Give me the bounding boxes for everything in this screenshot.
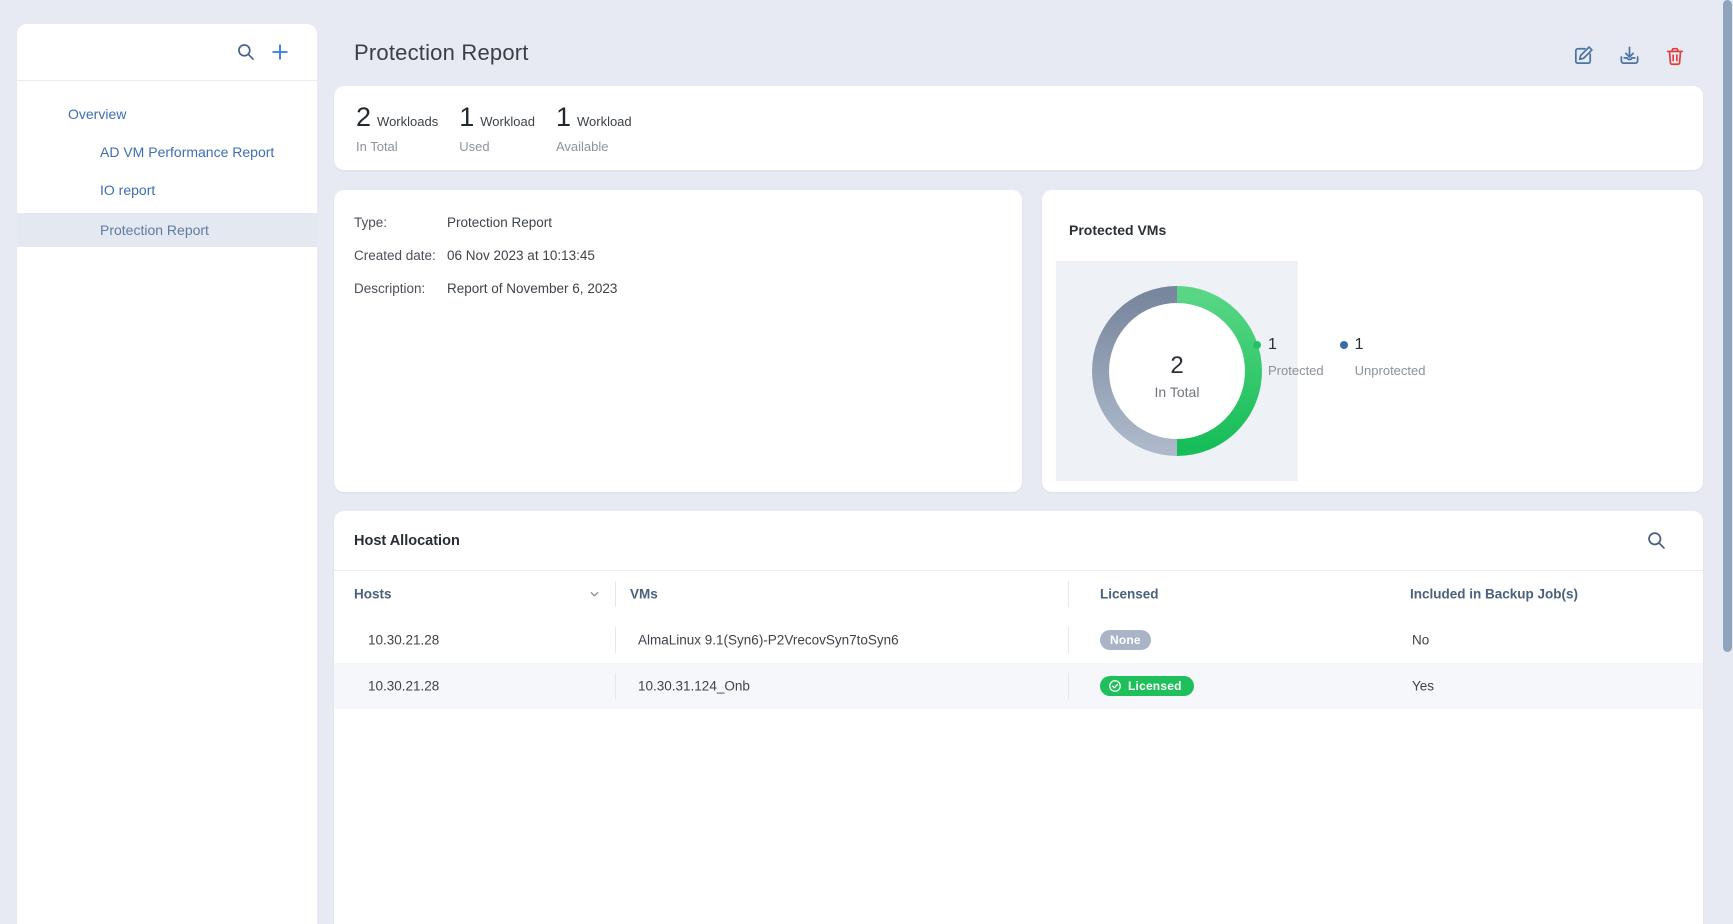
vm-cell: 10.30.31.124_Onb: [638, 679, 750, 694]
included-in-backup-cell: Yes: [1412, 679, 1434, 694]
protected-count: 1: [1268, 336, 1277, 354]
header-actions: [1572, 44, 1686, 67]
legend-item-protected: 1 Protected: [1253, 336, 1324, 378]
column-divider: [615, 581, 616, 607]
stat-used-value: 1: [459, 102, 474, 133]
license-badge-label: Licensed: [1128, 679, 1182, 693]
detail-row-created-date: Created date: 06 Nov 2023 at 10:13:45: [354, 247, 1002, 265]
table-header-row: Hosts VMs Licensed Included in Backup Jo…: [334, 571, 1703, 617]
detail-label: Description:: [354, 280, 447, 298]
licensed-cell: Licensed: [1100, 676, 1194, 696]
page-scrollbar[interactable]: [1723, 0, 1732, 652]
host-cell: 10.30.21.28: [368, 679, 439, 694]
stat-available-caption: Available: [556, 139, 632, 154]
sidebar-item-ad-vm-performance-report[interactable]: AD VM Performance Report: [17, 133, 317, 171]
detail-label: Type:: [354, 214, 447, 232]
column-divider: [615, 673, 616, 699]
detail-row-type: Type: Protection Report: [354, 214, 1002, 232]
column-divider: [615, 627, 616, 653]
licensed-cell: None: [1100, 630, 1151, 650]
check-circle-icon: [1108, 679, 1122, 693]
column-divider: [1068, 581, 1069, 607]
stat-total-value: 2: [356, 102, 371, 133]
stat-total-unit: Workloads: [377, 114, 438, 129]
column-header-vms[interactable]: VMs: [630, 587, 658, 602]
column-header-hosts[interactable]: Hosts: [354, 587, 392, 602]
stat-available-unit: Workload: [577, 114, 632, 129]
column-divider: [1068, 627, 1069, 653]
protected-vms-title: Protected VMs: [1069, 222, 1166, 238]
unprotected-label: Unprotected: [1355, 363, 1426, 378]
stat-used: 1 Workload Used: [459, 102, 535, 154]
protected-label: Protected: [1268, 363, 1324, 378]
license-badge-licensed: Licensed: [1100, 676, 1194, 696]
sidebar-toolbar: [17, 24, 317, 81]
column-divider: [1068, 673, 1069, 699]
detail-value: 06 Nov 2023 at 10:13:45: [447, 247, 595, 265]
sidebar: Overview AD VM Performance Report IO rep…: [17, 24, 317, 924]
donut-center-label: In Total: [1155, 384, 1200, 400]
trash-icon[interactable]: [1664, 45, 1686, 67]
table-row[interactable]: 10.30.21.28 10.30.31.124_Onb Licensed Ye…: [334, 663, 1703, 709]
vm-cell: AlmaLinux 9.1(Syn6)-P2VrecovSyn7toSyn6: [638, 633, 899, 648]
sidebar-item-protection-report[interactable]: Protection Report: [17, 213, 317, 247]
plus-icon[interactable]: [269, 41, 291, 63]
stat-total-caption: In Total: [356, 139, 438, 154]
stat-used-caption: Used: [459, 139, 535, 154]
host-allocation-header: Host Allocation: [334, 511, 1703, 571]
license-badge-none: None: [1100, 630, 1151, 650]
column-header-licensed[interactable]: Licensed: [1100, 587, 1159, 602]
report-details-card: Type: Protection Report Created date: 06…: [334, 190, 1022, 492]
host-allocation-card: Host Allocation Hosts VMs Licensed Inclu…: [334, 511, 1703, 924]
donut-center-value: 2: [1170, 352, 1183, 379]
protected-vms-card: Protected VMs 2 In Total 1 Protect: [1042, 190, 1703, 492]
search-icon[interactable]: [236, 42, 256, 62]
host-allocation-title: Host Allocation: [354, 533, 460, 549]
unprotected-dot-icon: [1340, 341, 1348, 349]
chevron-down-icon[interactable]: [588, 588, 601, 601]
detail-value: Protection Report: [447, 214, 552, 232]
stat-available-value: 1: [556, 102, 571, 133]
unprotected-count: 1: [1355, 336, 1364, 354]
detail-row-description: Description: Report of November 6, 2023: [354, 280, 1002, 298]
download-icon[interactable]: [1618, 44, 1641, 67]
sidebar-item-overview[interactable]: Overview: [17, 95, 317, 133]
table-row[interactable]: 10.30.21.28 AlmaLinux 9.1(Syn6)-P2Vrecov…: [334, 617, 1703, 663]
stat-used-unit: Workload: [480, 114, 535, 129]
host-cell: 10.30.21.28: [368, 633, 439, 648]
protected-dot-icon: [1253, 341, 1261, 349]
stat-available: 1 Workload Available: [556, 102, 632, 154]
table-search-icon[interactable]: [1646, 530, 1667, 551]
column-header-included-in-backup[interactable]: Included in Backup Job(s): [1410, 587, 1578, 602]
stat-total: 2 Workloads In Total: [356, 102, 438, 154]
page-title: Protection Report: [354, 40, 529, 66]
sidebar-item-io-report[interactable]: IO report: [17, 171, 317, 209]
protected-vms-legend: 1 Protected 1 Unprotected: [1253, 336, 1425, 378]
report-nav: Overview AD VM Performance Report IO rep…: [17, 81, 317, 247]
workload-stats-card: 2 Workloads In Total 1 Workload Used 1 W…: [334, 86, 1703, 170]
detail-label: Created date:: [354, 247, 447, 265]
legend-item-unprotected: 1 Unprotected: [1340, 336, 1426, 378]
included-in-backup-cell: No: [1412, 633, 1429, 648]
detail-value: Report of November 6, 2023: [447, 280, 617, 298]
edit-icon[interactable]: [1572, 44, 1595, 67]
